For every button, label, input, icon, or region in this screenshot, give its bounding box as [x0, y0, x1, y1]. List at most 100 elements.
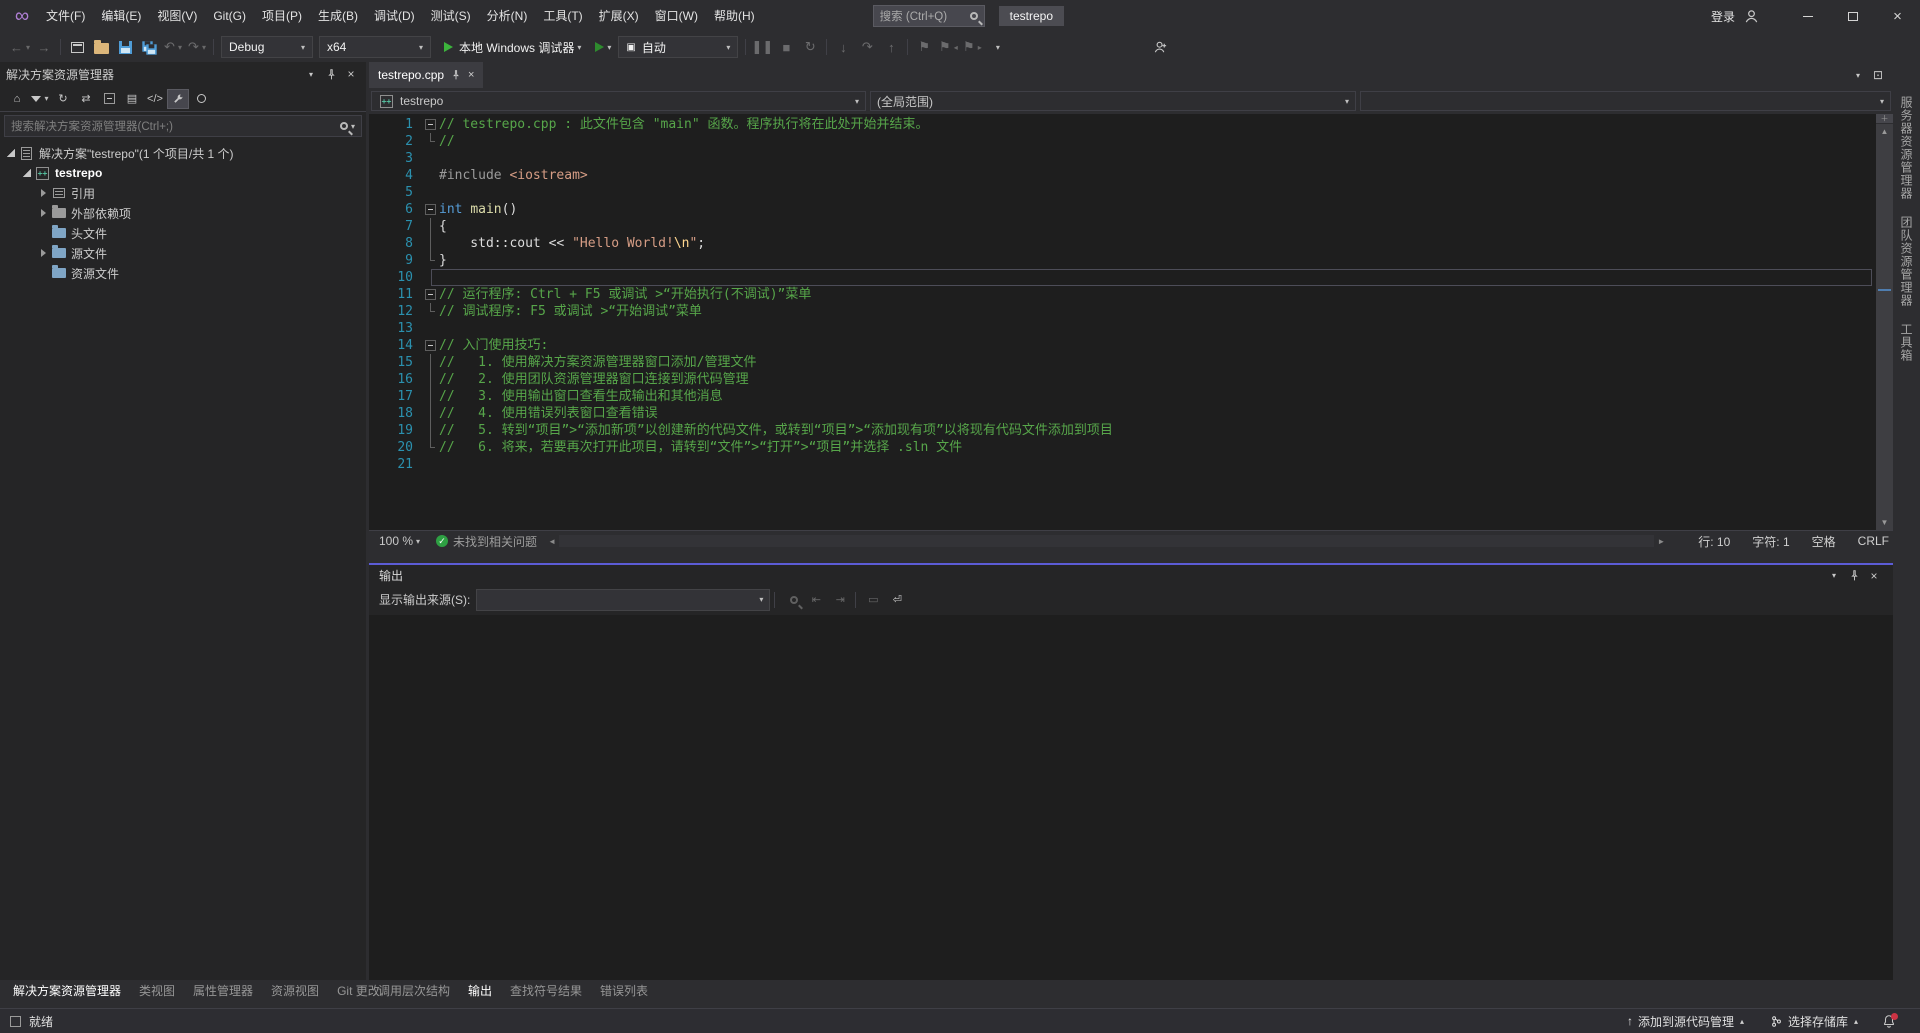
fold-margin[interactable] — [421, 201, 439, 218]
float-window-icon[interactable]: ⊡ — [1869, 66, 1887, 84]
document-tab[interactable]: testrepo.cpp × — [369, 62, 483, 88]
tree-expander-icon[interactable] — [36, 209, 50, 217]
tree-item-1[interactable]: 解决方案"testrepo"(1 个项目/共 1 个) — [0, 143, 366, 163]
fold-margin[interactable] — [421, 286, 439, 303]
menu-item-12[interactable]: 窗口(W) — [647, 0, 706, 32]
autohide-tab-2[interactable]: 团队资源管理器 — [1898, 216, 1915, 307]
menu-item-11[interactable]: 扩展(X) — [591, 0, 647, 32]
pin-icon[interactable] — [322, 65, 340, 83]
show-all-files-icon[interactable]: ▤ — [121, 89, 143, 109]
tree-expander-icon[interactable] — [20, 169, 34, 177]
menu-item-3[interactable]: 视图(V) — [149, 0, 205, 32]
type-scope-dropdown[interactable]: (全局范围) ▾ — [870, 91, 1356, 111]
bottom-dock-tab-3[interactable]: 查找符号结果 — [501, 980, 591, 1002]
tree-expander-icon[interactable] — [4, 149, 18, 157]
step-over-icon[interactable]: ↷ — [856, 35, 878, 59]
toolbar-overflow-icon[interactable]: ▾ — [985, 35, 1007, 59]
sync-with-active-document-icon[interactable]: ⇄ — [75, 89, 97, 109]
member-scope-dropdown[interactable]: ▾ — [1360, 91, 1891, 111]
menu-item-4[interactable]: Git(G) — [205, 0, 254, 32]
scroll-left-icon[interactable]: ◄ — [545, 537, 559, 546]
output-source-dropdown[interactable]: ▾ — [476, 589, 770, 611]
tree-item-6[interactable]: 源文件 — [0, 243, 366, 263]
menu-item-9[interactable]: 分析(N) — [479, 0, 536, 32]
document-health-indicator[interactable]: ✓ 未找到相关问题 — [436, 533, 537, 550]
step-out-icon[interactable]: ↑ — [880, 35, 902, 59]
output-content[interactable] — [369, 615, 1893, 981]
user-account-icon[interactable] — [1744, 9, 1759, 24]
tree-item-7[interactable]: 资源文件 — [0, 263, 366, 283]
tree-item-4[interactable]: 外部依赖项 — [0, 203, 366, 223]
window-position-icon[interactable]: ▾ — [302, 65, 320, 83]
collapse-region-icon[interactable] — [425, 340, 436, 351]
collapse-region-icon[interactable] — [425, 119, 436, 130]
navigate-forward-icon[interactable]: → — [33, 35, 55, 59]
previous-bookmark-icon[interactable]: ⚑◂ — [937, 35, 959, 59]
tree-expander-icon[interactable] — [36, 249, 50, 257]
menu-item-2[interactable]: 编辑(E) — [93, 0, 149, 32]
pin-tab-icon[interactable] — [451, 70, 461, 80]
navigate-back-icon[interactable]: ←▾ — [9, 35, 31, 59]
vertical-scrollbar[interactable]: ＋ ▲ ▼ — [1876, 114, 1893, 530]
live-share-icon[interactable] — [1149, 35, 1171, 59]
add-to-source-control-button[interactable]: ↑ 添加到源代码管理 ▴ — [1627, 1013, 1744, 1030]
menu-item-10[interactable]: 工具(T) — [535, 0, 590, 32]
next-bookmark-icon[interactable]: ⚑▸ — [961, 35, 983, 59]
restart-icon[interactable]: ↻ — [799, 35, 821, 59]
next-message-icon[interactable]: ⇥ — [829, 590, 851, 610]
home-icon[interactable]: ⌂ — [6, 89, 28, 109]
autohide-tab-1[interactable]: 服务器资源管理器 — [1898, 96, 1915, 200]
zoom-dropdown[interactable]: 100 %▾ — [373, 534, 426, 548]
close-panel-icon[interactable]: × — [342, 65, 360, 83]
code-area[interactable]: 1// testrepo.cpp : 此文件包含 "main" 函数。程序执行将… — [369, 114, 1876, 530]
solution-configuration-dropdown[interactable]: Debug▾ — [221, 36, 313, 58]
left-dock-tab-1[interactable]: 解决方案资源管理器 — [4, 980, 130, 1002]
filter-icon[interactable]: ▾ — [29, 89, 51, 109]
step-into-icon[interactable]: ↓ — [832, 35, 854, 59]
split-editor-grip[interactable]: ＋ — [1876, 114, 1893, 124]
find-message-icon[interactable] — [781, 590, 803, 610]
collapse-region-icon[interactable] — [425, 204, 436, 215]
minimize-button[interactable] — [1785, 0, 1830, 32]
redo-icon[interactable]: ↷▾ — [186, 35, 208, 59]
project-scope-dropdown[interactable]: ++ testrepo ▾ — [371, 91, 866, 111]
tree-item-2[interactable]: ++testrepo — [0, 163, 366, 183]
select-repository-button[interactable]: 选择存储库 ▴ — [1770, 1013, 1858, 1030]
fold-margin[interactable] — [421, 116, 439, 133]
line-indicator[interactable]: 行: 10 — [1698, 533, 1730, 550]
column-indicator[interactable]: 字符: 1 — [1752, 533, 1789, 550]
view-code-icon[interactable]: </> — [144, 89, 166, 109]
fold-margin[interactable] — [421, 337, 439, 354]
properties-wrench-icon[interactable] — [167, 89, 189, 109]
left-dock-tab-4[interactable]: 资源视图 — [262, 980, 328, 1002]
quick-search-box[interactable]: 搜索 (Ctrl+Q) — [873, 5, 985, 27]
new-project-icon[interactable] — [66, 35, 88, 59]
start-without-debugging-icon[interactable]: ▾ — [592, 35, 614, 59]
undo-icon[interactable]: ↶▾ — [162, 35, 184, 59]
scroll-up-icon[interactable]: ▲ — [1876, 124, 1893, 138]
scroll-down-icon[interactable]: ▼ — [1876, 516, 1893, 530]
watch-mode-dropdown[interactable]: ▣ 自动▾ — [618, 36, 738, 58]
left-dock-tab-3[interactable]: 属性管理器 — [184, 980, 262, 1002]
window-position-icon[interactable]: ▾ — [1825, 567, 1843, 585]
bottom-dock-tab-1[interactable]: 调用层次结构 — [369, 980, 459, 1002]
bookmark-toggle-icon[interactable]: ⚑ — [913, 35, 935, 59]
maximize-button[interactable] — [1830, 0, 1875, 32]
menu-item-13[interactable]: 帮助(H) — [706, 0, 763, 32]
close-tab-icon[interactable]: × — [468, 69, 474, 81]
scrollbar-track[interactable] — [1876, 138, 1893, 516]
eol-indicator[interactable]: CRLF — [1858, 534, 1889, 548]
scroll-right-icon[interactable]: ► — [1654, 537, 1668, 546]
horizontal-scrollbar[interactable]: ◄ ► — [545, 535, 1668, 547]
active-files-dropdown-icon[interactable]: ▾ — [1849, 66, 1867, 84]
left-dock-tab-2[interactable]: 类视图 — [130, 980, 184, 1002]
save-icon[interactable] — [114, 35, 136, 59]
preview-selected-items-icon[interactable] — [190, 89, 212, 109]
refresh-icon[interactable]: ↻ — [52, 89, 74, 109]
background-tasks-icon[interactable] — [10, 1016, 21, 1027]
menu-item-8[interactable]: 测试(S) — [423, 0, 479, 32]
horizontal-scrollbar-track[interactable] — [559, 535, 1654, 547]
solution-platform-dropdown[interactable]: x64▾ — [319, 36, 431, 58]
save-all-icon[interactable] — [138, 35, 160, 59]
sign-in-button[interactable]: 登录 — [1711, 8, 1735, 25]
